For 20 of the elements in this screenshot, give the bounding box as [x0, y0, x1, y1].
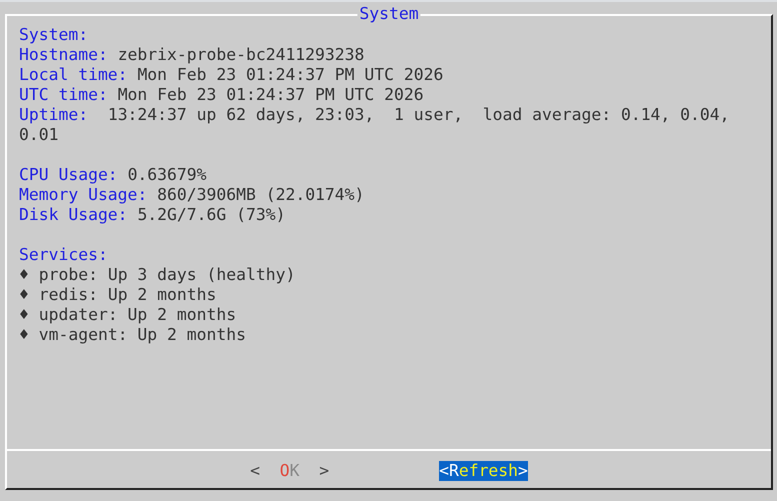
- info-line: Hostname: zebrix-probe-bc2411293238: [19, 45, 366, 65]
- bullet-icon: ♦: [19, 285, 29, 304]
- section-heading: System:: [19, 25, 88, 44]
- service-status: vm-agent: Up 2 months: [38, 325, 246, 344]
- section-heading: Services:: [19, 245, 108, 264]
- info-line: Uptime: 13:24:37 up 62 days, 23:03, 1 user, load average: 0.14, 0.04, 0.01: [19, 105, 731, 145]
- service-status: probe: Up 3 days (healthy): [38, 265, 296, 284]
- info-line: Local time: Mon Feb 23 01:24:37 PM UTC 2026: [19, 65, 444, 85]
- info-line: Disk Usage: 5.2G/7.6G (73%): [19, 205, 286, 225]
- bullet-icon: ♦: [19, 265, 29, 284]
- info-line: CPU Usage: 0.63679%: [19, 165, 208, 185]
- dialog-title: System: [357, 4, 421, 24]
- info-line: UTC time: Mon Feb 23 01:24:37 PM UTC 2026: [19, 85, 425, 105]
- bullet-icon: ♦: [19, 325, 29, 344]
- service-status: updater: Up 2 months: [38, 305, 236, 324]
- info-line: Memory Usage: 860/3906MB (22.0174%): [19, 185, 366, 205]
- dialog-button[interactable]: <Refresh>: [439, 461, 528, 481]
- service-status: redis: Up 2 months: [38, 285, 216, 304]
- bullet-icon: ♦: [19, 305, 29, 324]
- dialog-button[interactable]: < OK >: [250, 461, 330, 481]
